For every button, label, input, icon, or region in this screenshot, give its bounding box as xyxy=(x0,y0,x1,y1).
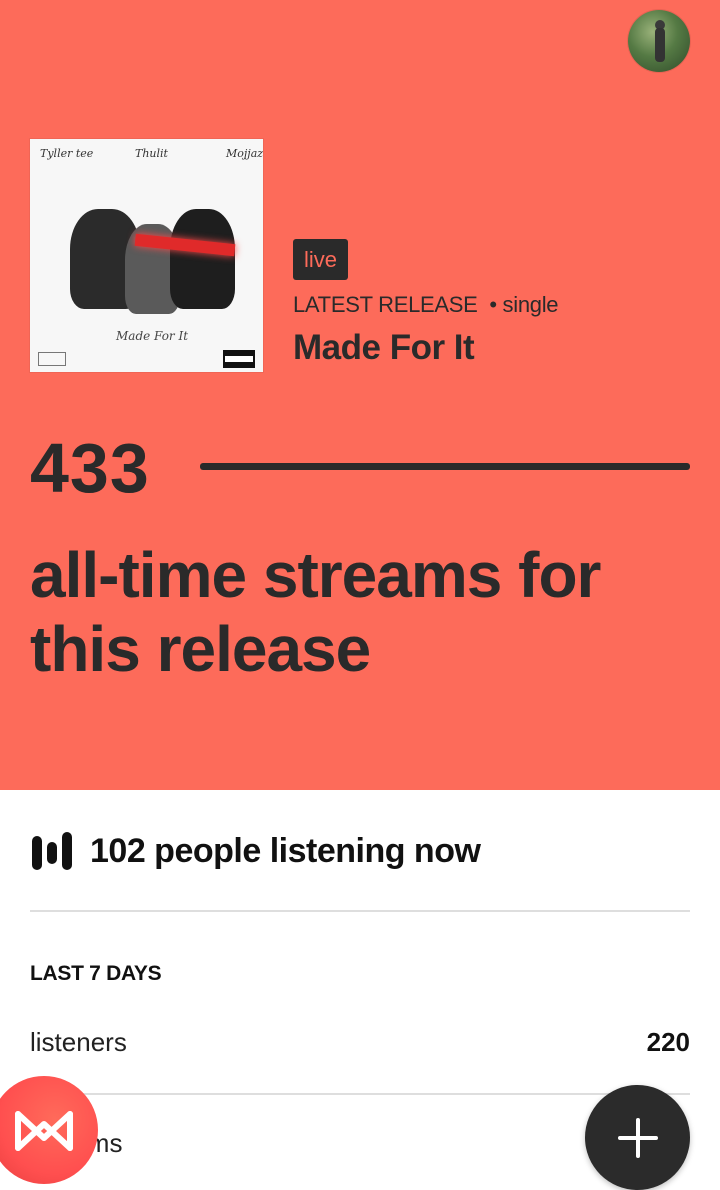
cover-figure-right xyxy=(170,209,235,309)
parental-advisory-icon xyxy=(223,350,255,368)
cover-artist-2: Thulit xyxy=(135,147,168,160)
cover-label-logo xyxy=(38,352,66,366)
section-label-last-7-days: LAST 7 DAYS xyxy=(30,962,162,985)
cover-script-title: Made For It xyxy=(116,329,189,343)
live-badge: live xyxy=(293,239,349,280)
stat-value-listeners: 220 xyxy=(646,1027,690,1057)
streams-headline: all-time streams for this release xyxy=(30,539,601,685)
avatar-figure xyxy=(655,28,665,62)
release-title[interactable]: Made For It xyxy=(293,328,475,368)
add-button[interactable] xyxy=(585,1085,690,1190)
streams-count: 433 xyxy=(30,429,150,507)
audiomack-logo-icon[interactable] xyxy=(0,1076,98,1184)
equalizer-bars-icon xyxy=(30,828,74,874)
audiomack-logo-glyph xyxy=(15,1111,73,1151)
release-meta: LATEST RELEASE • single xyxy=(293,292,559,318)
album-cover[interactable]: Tyller tee Thulit Mojjaz Made For It xyxy=(30,139,263,372)
latest-release-label: LATEST RELEASE xyxy=(293,292,478,317)
cover-artist-3: Mojjaz xyxy=(226,147,263,160)
listening-now-text: 102 people listening now xyxy=(90,831,481,870)
profile-avatar[interactable] xyxy=(628,10,690,72)
divider xyxy=(30,910,690,912)
hero-section: Tyller tee Thulit Mojjaz Made For It liv… xyxy=(0,0,720,790)
cover-artist-1: Tyller tee xyxy=(40,147,94,160)
release-type: single xyxy=(502,292,559,317)
count-rule xyxy=(200,463,690,470)
meta-separator: • xyxy=(489,292,497,317)
stat-label-listeners: listeners xyxy=(30,1027,127,1057)
listening-now: 102 people listening now xyxy=(30,828,481,874)
divider xyxy=(30,1093,690,1095)
